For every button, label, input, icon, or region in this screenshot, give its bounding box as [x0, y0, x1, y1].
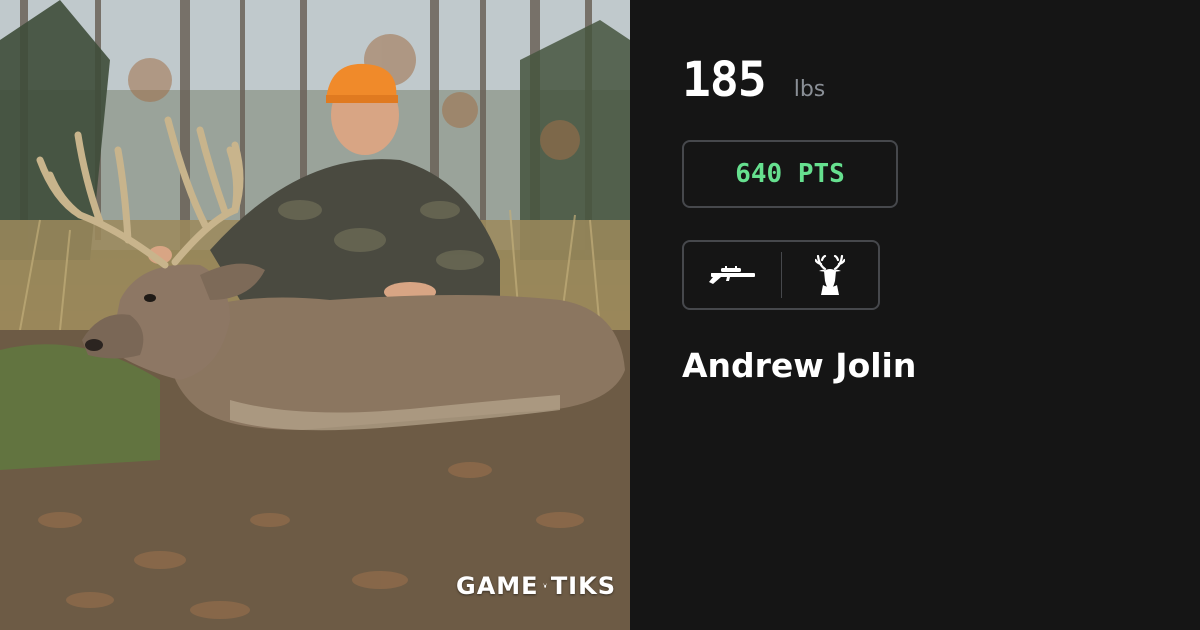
deer-head-icon: [814, 255, 845, 295]
weapon-cell: [684, 242, 781, 308]
points-label: 640 PTS: [735, 159, 845, 189]
logo-text-right: TIKS: [550, 572, 616, 600]
gametiks-logo: GAME TIKS: [456, 556, 616, 616]
weight-display: 185 lbs: [682, 52, 825, 108]
harvest-card: GAME TIKS 185 lbs 640 PTS Andrew Jolin: [0, 0, 1200, 630]
harvest-photo-illustration: [0, 0, 630, 630]
species-cell: [781, 242, 878, 308]
points-badge: 640 PTS: [682, 140, 898, 208]
deer-skull-logo-icon: [542, 583, 547, 588]
weight-unit: lbs: [793, 77, 826, 102]
harvest-attributes: [682, 240, 880, 310]
hunter-name: Andrew Jolin: [682, 346, 917, 385]
weight-value: 185: [682, 52, 767, 108]
logo-text-left: GAME: [456, 572, 539, 600]
harvest-photo: GAME TIKS: [0, 0, 630, 630]
harvest-info-panel: 185 lbs 640 PTS Andrew Jolin: [630, 0, 1200, 630]
rifle-icon: [709, 266, 756, 284]
